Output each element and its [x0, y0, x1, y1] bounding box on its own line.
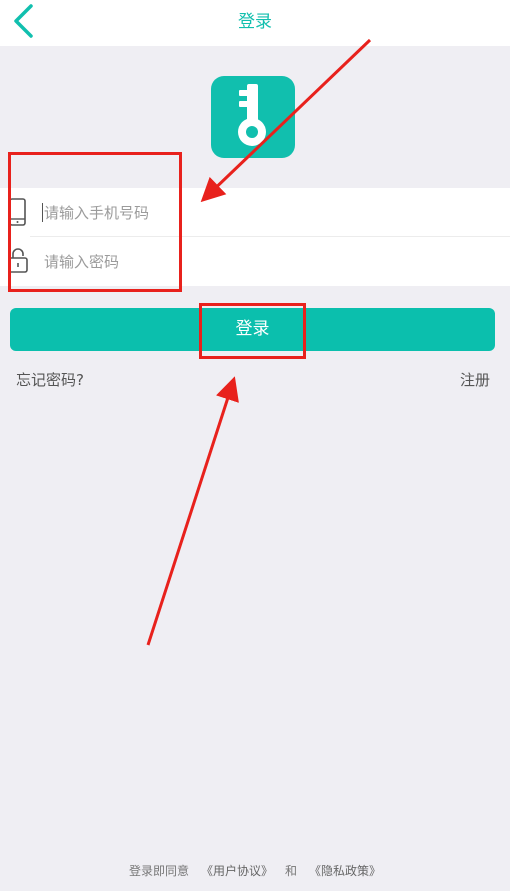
top-bar: 登录: [0, 0, 510, 46]
agreement-and: 和: [285, 864, 298, 878]
key-icon: [238, 84, 266, 146]
privacy-policy-link[interactable]: 《隐私政策》: [309, 864, 381, 878]
forgot-password-link[interactable]: 忘记密码?: [16, 369, 84, 390]
page-title: 登录: [238, 12, 272, 32]
register-link[interactable]: 注册: [460, 369, 490, 390]
annotation-box-form: [8, 152, 182, 292]
annotation-arrow-login: [146, 376, 239, 646]
annotation-box-login: [199, 303, 306, 359]
agreement-text: 登录即同意 《用户协议》和《隐私政策》: [0, 862, 510, 879]
agreement-prefix: 登录即同意: [128, 864, 189, 878]
app-logo: [211, 76, 295, 158]
user-agreement-link[interactable]: 《用户协议》: [201, 864, 273, 878]
